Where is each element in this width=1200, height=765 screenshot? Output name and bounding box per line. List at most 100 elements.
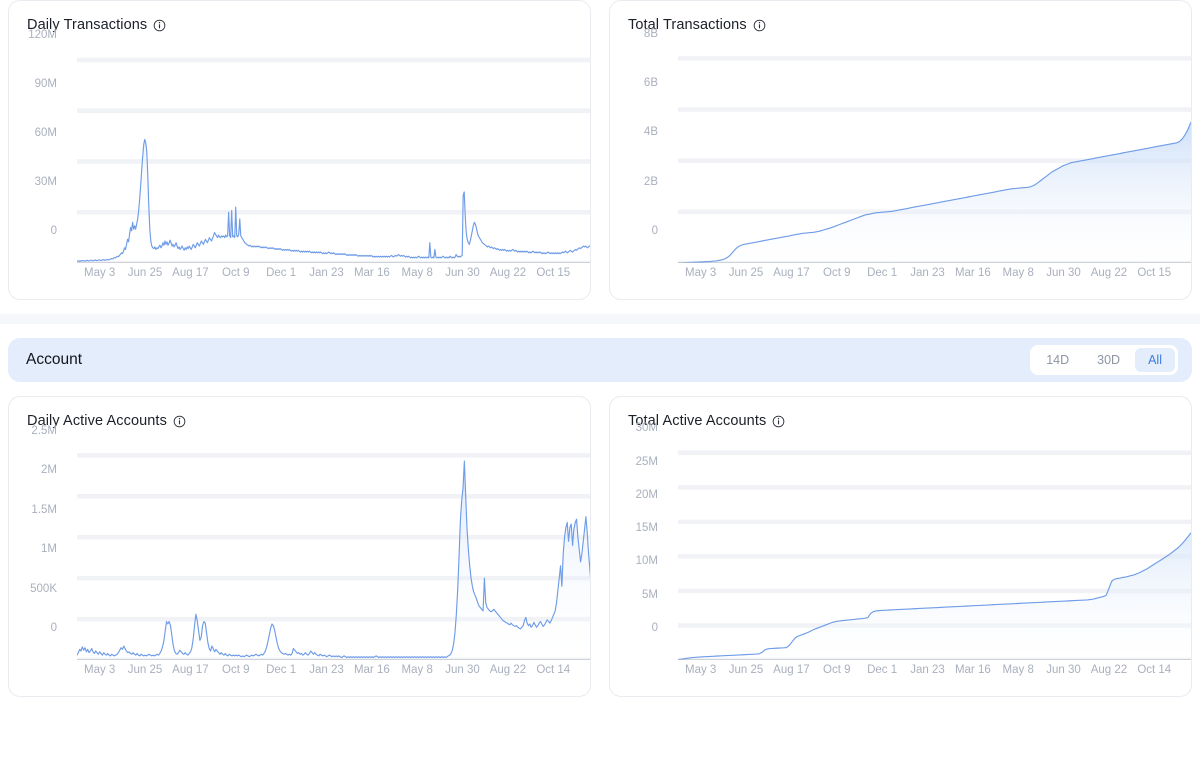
x-axis-tick-label: Aug 17 — [773, 664, 810, 676]
daily-active-accounts-plot-area: 0 500K 1M 1.5M 2M 2.5M May 3 Jun 25 Aug 17 Oct 9… — [9, 425, 590, 696]
info-circle-icon[interactable] — [772, 415, 785, 428]
total-transactions-title-row: Total Transactions — [610, 1, 1191, 33]
x-axis-tick-label: Aug 17 — [172, 664, 209, 676]
x-axis-tick-label: Jun 30 — [1046, 267, 1081, 279]
transactions-chart-row: Daily Transactions 0 30M 60M 90M 120M May 3 J… — [0, 0, 1200, 300]
range-button-30d[interactable]: 30D — [1084, 348, 1133, 372]
x-axis-tick-label: Oct 9 — [823, 664, 851, 676]
y-axis-tick-label: 0 — [651, 225, 658, 237]
x-axis-tick-label: Oct 9 — [222, 664, 250, 676]
account-section-header: Account 14D 30D All — [8, 338, 1192, 382]
section-divider — [0, 314, 1200, 324]
x-axis-tick-label: Oct 14 — [536, 664, 571, 676]
chart-area-fill — [678, 122, 1191, 263]
total-active-accounts-card: Total Active Accounts 0 5M 10M 15M 20M 25M 30M… — [609, 396, 1192, 697]
y-axis-tick-label: 15M — [635, 522, 658, 535]
section-title: Account — [26, 351, 83, 368]
x-axis-tick-label: Jun 25 — [127, 267, 163, 279]
y-axis-tick-label: 0 — [50, 622, 57, 634]
y-axis-tick-label: 8B — [643, 27, 658, 40]
time-range-selector: 14D 30D All — [1030, 345, 1178, 375]
x-axis-tick-label: Aug 22 — [489, 664, 527, 676]
y-axis-tick-label: 5M — [642, 588, 658, 601]
total-active-accounts-plot-area: 0 5M 10M 15M 20M 25M 30M May 3 Jun 25 Aug 17 Oct … — [610, 422, 1191, 696]
y-axis-tick-label: 120M — [28, 29, 57, 42]
x-axis-tick-label: May 8 — [1002, 267, 1034, 279]
x-axis-tick-label: Jun 25 — [127, 664, 163, 676]
y-axis-tick-label: 2B — [643, 175, 658, 188]
y-axis-tick-label: 0 — [651, 622, 658, 634]
y-axis-tick-label: 20M — [635, 488, 658, 501]
x-axis-tick-label: Dec 1 — [867, 664, 898, 676]
y-axis-tick-label: 60M — [34, 127, 57, 140]
daily-transactions-card: Daily Transactions 0 30M 60M 90M 120M May 3 J… — [8, 0, 591, 300]
chart-svg — [77, 439, 590, 660]
x-axis-tick-label: May 3 — [685, 664, 717, 676]
y-axis-tick-label: 25M — [635, 455, 658, 468]
x-axis-tick-label: Oct 9 — [222, 267, 250, 279]
x-axis-tick-label: May 3 — [84, 267, 116, 279]
accounts-chart-row: Daily Active Accounts 0 500K 1M 1.5M 2M 2.5M … — [0, 396, 1200, 697]
analytics-dashboard: Daily Transactions 0 30M 60M 90M 120M May 3 J… — [0, 0, 1200, 765]
chart-svg — [678, 43, 1191, 263]
info-circle-icon[interactable] — [753, 19, 766, 32]
y-axis-tick-label: 10M — [635, 555, 658, 568]
x-axis-labels: May 3 Jun 25 Aug 17 Oct 9 Dec 1 Jan 23 Mar 16 M… — [678, 660, 1177, 690]
x-axis-tick-label: Dec 1 — [266, 267, 297, 279]
x-axis-tick-label: Oct 14 — [1137, 664, 1172, 676]
x-axis-tick-label: Oct 9 — [823, 267, 851, 279]
daily-transactions-plot-area: 0 30M 60M 90M 120M May 3 Jun 25 Aug 17 Oct 9 Dec… — [9, 29, 590, 299]
x-axis-labels: May 3 Jun 25 Aug 17 Oct 9 Dec 1 Jan 23 Mar 16 M… — [77, 263, 576, 293]
x-axis-tick-label: Oct 15 — [1137, 267, 1172, 279]
x-axis-tick-label: Oct 15 — [536, 267, 571, 279]
x-axis-tick-label: Dec 1 — [867, 267, 898, 279]
y-axis-tick-label: 6B — [643, 77, 658, 90]
daily-active-accounts-title-row: Daily Active Accounts — [9, 397, 590, 429]
total-transactions-plot-area: 0 2B 4B 6B 8B May 3 Jun 25 Aug 17 Oct 9 Dec 1 Jan… — [610, 28, 1191, 299]
x-axis-tick-label: Jan 23 — [309, 664, 344, 676]
y-axis-labels: 0 500K 1M 1.5M 2M 2.5M — [9, 425, 63, 696]
x-axis-labels: May 3 Jun 25 Aug 17 Oct 9 Dec 1 Jan 23 Mar 16 M… — [77, 660, 576, 690]
x-axis-tick-label: Jun 25 — [728, 664, 764, 676]
y-axis-tick-label: 0 — [50, 225, 57, 237]
x-axis-tick-label: Aug 22 — [1090, 267, 1128, 279]
x-axis-tick-label: May 8 — [1002, 664, 1034, 676]
x-axis-tick-label: Aug 22 — [1090, 664, 1128, 676]
x-axis-tick-label: Mar 16 — [954, 267, 991, 279]
y-axis-tick-label: 1M — [41, 543, 57, 556]
y-axis-tick-label: 4B — [643, 126, 658, 139]
total-active-accounts-plot — [678, 439, 1191, 660]
daily-active-accounts-card: Daily Active Accounts 0 500K 1M 1.5M 2M 2.5M … — [8, 396, 591, 697]
y-axis-tick-label: 2.5M — [31, 424, 57, 437]
total-transactions-card: Total Transactions 0 2B 4B 6B 8B May 3 Jun 25… — [609, 0, 1192, 300]
total-transactions-plot — [678, 43, 1191, 263]
y-axis-labels: 0 30M 60M 90M 120M — [9, 29, 63, 299]
x-axis-tick-label: Aug 22 — [489, 267, 527, 279]
chart-area-fill — [678, 533, 1191, 660]
daily-transactions-plot — [77, 43, 590, 263]
x-axis-tick-label: Aug 17 — [773, 267, 810, 279]
y-axis-tick-label: 30M — [34, 176, 57, 189]
total-active-accounts-title-row: Total Active Accounts — [610, 397, 1191, 429]
x-axis-tick-label: Jun 25 — [728, 267, 764, 279]
y-axis-labels: 0 2B 4B 6B 8B — [610, 28, 664, 299]
y-axis-tick-label: 2M — [41, 464, 57, 477]
range-button-14d[interactable]: 14D — [1033, 348, 1082, 372]
chart-svg — [77, 43, 590, 263]
chart-area-fill — [77, 461, 590, 660]
x-axis-tick-label: Aug 17 — [172, 267, 209, 279]
x-axis-tick-label: May 3 — [685, 267, 717, 279]
x-axis-tick-label: May 8 — [401, 267, 433, 279]
x-axis-tick-label: Mar 16 — [353, 267, 390, 279]
x-axis-tick-label: Jan 23 — [910, 664, 945, 676]
x-axis-tick-label: May 8 — [401, 664, 433, 676]
info-circle-icon[interactable] — [153, 19, 166, 32]
range-button-all[interactable]: All — [1135, 348, 1175, 372]
daily-active-accounts-plot — [77, 439, 590, 660]
y-axis-tick-label: 90M — [34, 78, 57, 91]
x-axis-tick-label: Jan 23 — [309, 267, 344, 279]
x-axis-tick-label: Dec 1 — [266, 664, 297, 676]
info-circle-icon[interactable] — [173, 415, 186, 428]
x-axis-tick-label: Mar 16 — [353, 664, 390, 676]
x-axis-tick-label: Jun 30 — [445, 664, 480, 676]
